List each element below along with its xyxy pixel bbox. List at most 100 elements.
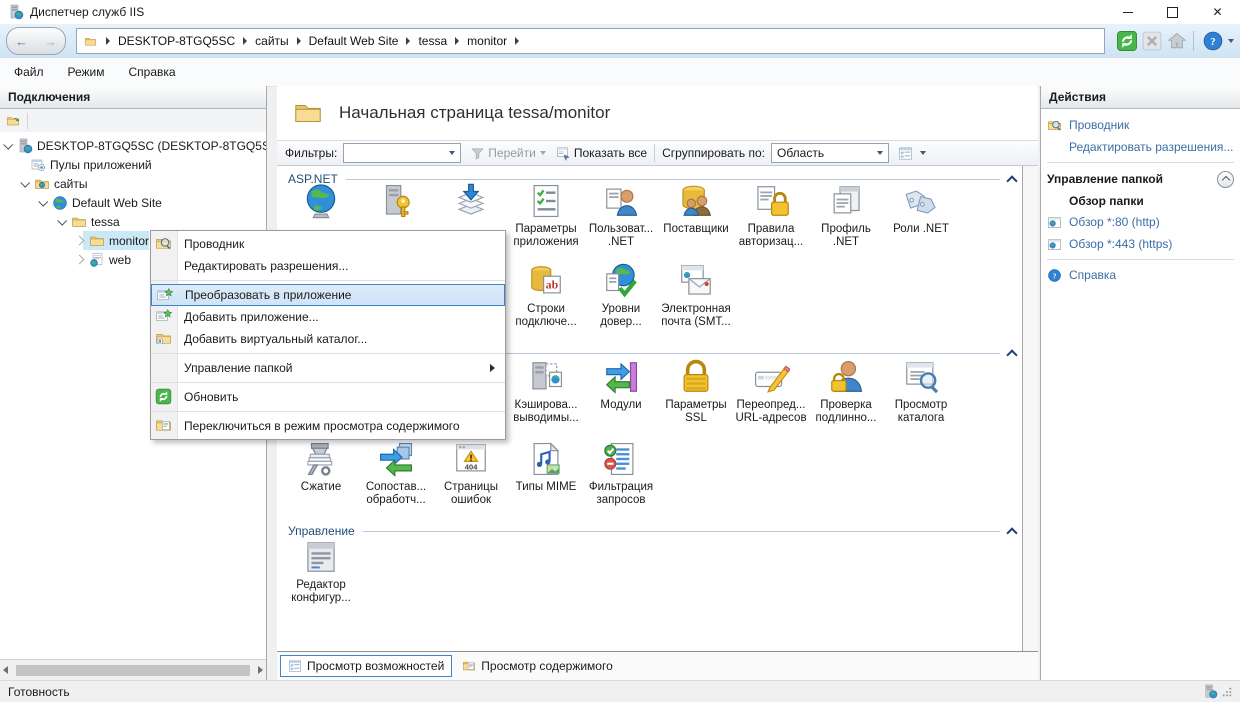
scroll-right-icon[interactable] <box>258 666 263 674</box>
feature-output-caching[interactable]: Кэширова... выводимы... <box>509 358 583 425</box>
go-dropdown-icon[interactable] <box>540 151 546 155</box>
tree-item-tessa[interactable]: tessa <box>0 212 266 231</box>
action-help[interactable]: ? Справка <box>1047 264 1234 286</box>
tree-item-default-web-site[interactable]: Default Web Site <box>0 193 266 212</box>
profile-icon <box>827 182 865 220</box>
modules-icon <box>602 358 640 396</box>
menu-separator <box>151 411 505 412</box>
web-app-icon <box>89 252 105 268</box>
feature-net-profile[interactable]: Профиль .NET <box>809 182 883 249</box>
feature-trust-levels[interactable]: Уровни довер... <box>584 262 658 329</box>
add-app-icon <box>155 308 172 325</box>
tree-item-app-pools[interactable]: Пулы приложений <box>0 155 266 174</box>
scroll-left-icon[interactable] <box>3 666 8 674</box>
feature-compression[interactable]: Сжатие <box>284 440 358 494</box>
scrollbar-thumb[interactable] <box>16 665 250 676</box>
folder-icon <box>71 214 87 230</box>
toolbar-divider <box>1193 31 1194 51</box>
view-mode-dropdown-icon[interactable] <box>920 151 926 155</box>
collapse-section-icon[interactable] <box>1006 175 1017 186</box>
resize-grip[interactable] <box>1222 687 1232 697</box>
refresh-button[interactable] <box>1116 30 1138 52</box>
breadcrumb-item-sites[interactable]: сайты <box>255 34 289 48</box>
toolbar-divider <box>27 113 28 129</box>
menu-file[interactable]: Файл <box>4 61 54 83</box>
tree-horizontal-scrollbar[interactable] <box>0 659 266 680</box>
help-dropdown-icon[interactable] <box>1228 39 1234 43</box>
minimize-button[interactable] <box>1105 0 1150 24</box>
feature-mime-types[interactable]: Типы MIME <box>509 440 583 494</box>
menu-item-convert-to-application[interactable]: Преобразовать в приложение <box>151 284 505 306</box>
menu-separator <box>151 353 505 354</box>
feature-connection-strings[interactable]: ab Строки подключе... <box>509 262 583 329</box>
feature-configuration-editor[interactable]: Редактор конфигур... <box>284 538 358 605</box>
feature-item[interactable] <box>284 182 358 223</box>
menu-help[interactable]: Справка <box>119 61 186 83</box>
feature-url-rewrite[interactable]: Переопред... URL-адресов <box>734 358 808 425</box>
collapse-section-icon[interactable] <box>1006 349 1017 360</box>
feature-error-pages[interactable]: 404 Страницы ошибок <box>434 440 508 507</box>
config-editor-icon <box>302 538 340 576</box>
menu-item-add-virtual-directory[interactable]: Добавить виртуальный каталог... <box>151 328 505 350</box>
action-explorer[interactable]: Проводник <box>1047 114 1234 136</box>
collapse-section-icon[interactable] <box>1006 527 1017 538</box>
group-by-label: Сгруппировать по: <box>662 146 765 160</box>
maximize-button[interactable] <box>1150 0 1195 24</box>
view-mode-icon[interactable] <box>898 146 913 161</box>
menu-item-add-application[interactable]: Добавить приложение... <box>151 306 505 328</box>
breadcrumb-item-server[interactable]: DESKTOP-8TGQ5SC <box>118 34 235 48</box>
svg-text:?: ? <box>1210 36 1216 48</box>
feature-net-users[interactable]: Пользоват... .NET <box>584 182 658 249</box>
sites-folder-icon <box>34 176 50 192</box>
request-filtering-icon <box>602 440 640 478</box>
menu-item-refresh[interactable]: Обновить <box>151 386 505 408</box>
breadcrumb-item-tessa[interactable]: tessa <box>418 34 447 48</box>
show-all-button[interactable]: Показать все <box>574 146 647 160</box>
action-browse-https[interactable]: Обзор *:443 (https) <box>1047 233 1234 255</box>
breadcrumb-item-monitor[interactable]: monitor <box>467 34 507 48</box>
back-button[interactable]: ← <box>15 35 28 48</box>
feature-handler-mappings[interactable]: Сопостав... обработч... <box>359 440 433 507</box>
tab-features-view[interactable]: Просмотр возможностей <box>280 655 452 677</box>
group-by-combobox[interactable]: Область <box>771 143 889 163</box>
status-bar: Готовность <box>0 680 1240 702</box>
menu-item-manage-folder[interactable]: Управление папкой <box>151 357 505 379</box>
go-button[interactable]: Перейти <box>488 146 536 160</box>
feature-providers[interactable]: Поставщики <box>659 182 733 236</box>
connections-toolbar <box>0 109 266 134</box>
feature-ssl-settings[interactable]: Параметры SSL <box>659 358 733 425</box>
stop-button[interactable] <box>1141 30 1163 52</box>
menu-view[interactable]: Режим <box>58 61 115 83</box>
feature-authentication[interactable]: Проверка подлинно... <box>809 358 883 425</box>
feature-item[interactable] <box>359 182 433 223</box>
tree-item-sites[interactable]: сайты <box>0 174 266 193</box>
feature-item[interactable] <box>434 182 508 223</box>
forward-button[interactable]: → <box>44 35 57 48</box>
breadcrumb-separator-icon <box>106 37 110 45</box>
menu-item-explorer[interactable]: Проводник <box>151 233 505 255</box>
tab-content-view[interactable]: Просмотр содержимого <box>455 656 619 676</box>
help-button[interactable]: ? <box>1202 30 1224 52</box>
feature-modules[interactable]: Модули <box>584 358 658 412</box>
collapse-group-button[interactable] <box>1217 171 1234 188</box>
feature-directory-browsing[interactable]: Просмотр каталога <box>884 358 958 425</box>
feature-app-settings[interactable]: Параметры приложения <box>509 182 583 249</box>
feature-request-filtering[interactable]: Фильтрация запросов <box>584 440 658 507</box>
home-button[interactable] <box>1166 30 1188 52</box>
action-browse-http[interactable]: Обзор *:80 (http) <box>1047 211 1234 233</box>
feature-net-roles[interactable]: Роли .NET <box>884 182 958 236</box>
menu-item-edit-permissions[interactable]: Редактировать разрешения... <box>151 255 505 277</box>
convert-app-icon <box>156 287 173 304</box>
save-connection-icon[interactable] <box>5 114 21 128</box>
close-button[interactable]: ✕ <box>1195 0 1240 24</box>
breadcrumb-item-default-web-site[interactable]: Default Web Site <box>309 34 399 48</box>
context-menu: Проводник Редактировать разрешения... Пр… <box>150 230 506 440</box>
feature-authorization-rules[interactable]: Правила авторизац... <box>734 182 808 249</box>
feature-smtp-email[interactable]: Электронная почта (SMT... <box>659 262 733 329</box>
menu-item-switch-to-content-view[interactable]: Переключиться в режим просмотра содержим… <box>151 415 505 437</box>
action-edit-permissions[interactable]: Редактировать разрешения... <box>1047 136 1234 158</box>
tree-item-server[interactable]: DESKTOP-8TGQ5SC (DESKTOP-8TGQ5SC\v <box>0 136 266 155</box>
filter-combobox[interactable] <box>343 143 461 163</box>
breadcrumb[interactable]: DESKTOP-8TGQ5SC сайты Default Web Site t… <box>76 28 1105 54</box>
breadcrumb-separator-icon <box>455 37 459 45</box>
